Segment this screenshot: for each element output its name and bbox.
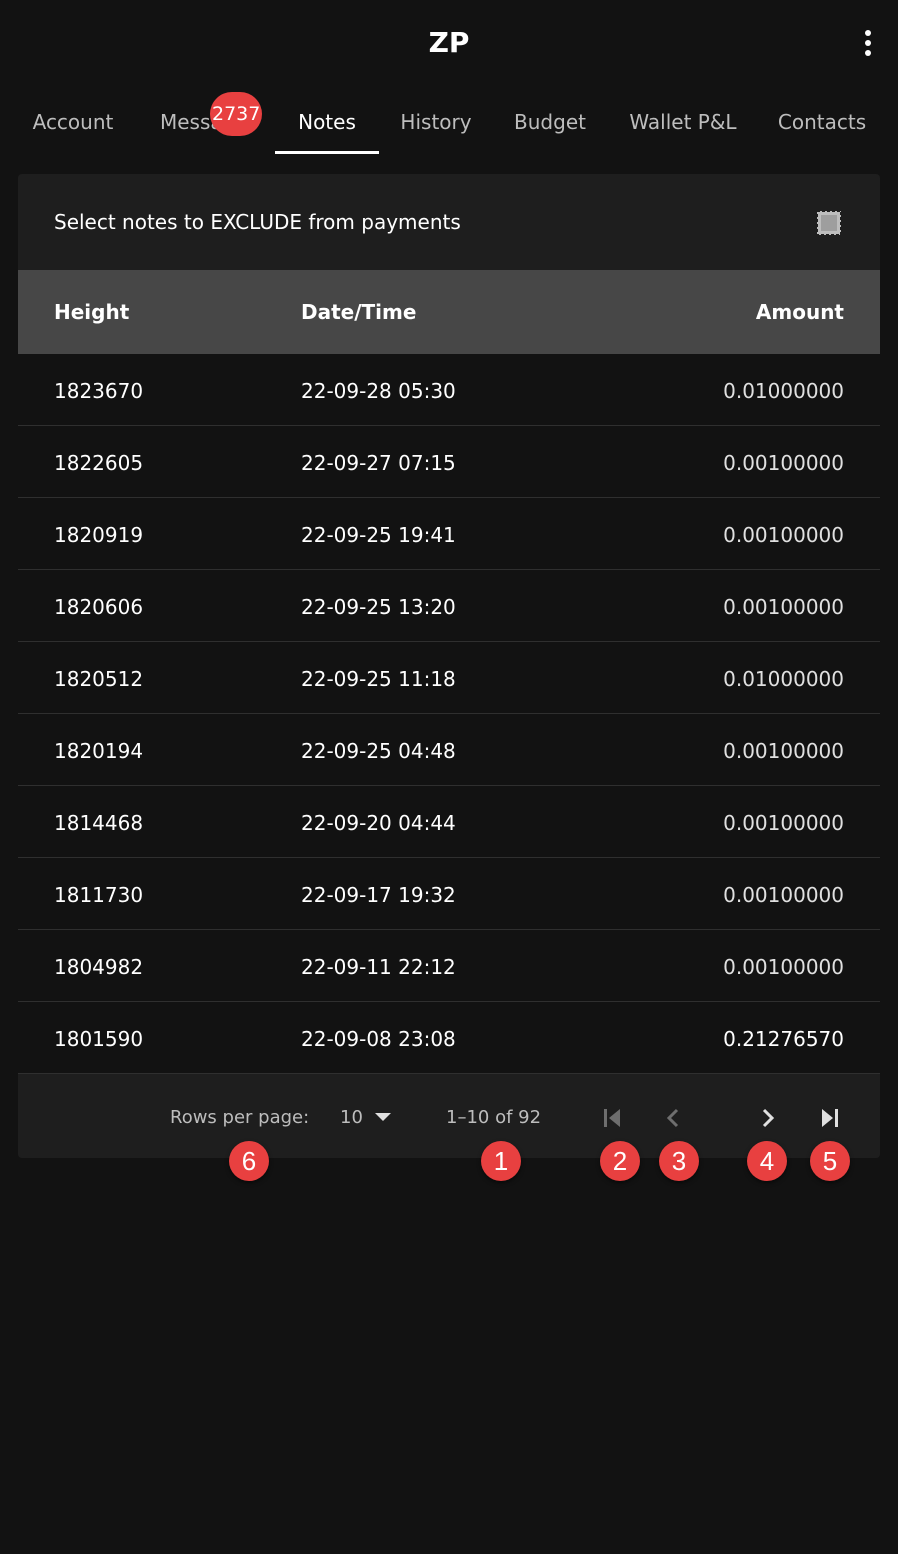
- annotation-marker-4: 4: [747, 1141, 787, 1181]
- card-header: Select notes to EXCLUDE from payments: [18, 174, 880, 270]
- table-header: Height Date/Time Amount: [18, 270, 880, 354]
- dropdown-arrow-icon: [374, 1113, 391, 1121]
- cell-height: 1811730: [54, 883, 144, 907]
- table-row[interactable]: 1804982 22-09-11 22:12 0.00100000: [18, 930, 880, 1002]
- cell-height: 1814468: [54, 811, 144, 835]
- column-header-height[interactable]: Height: [54, 300, 129, 324]
- cell-amount: 0.00100000: [723, 883, 844, 907]
- cell-datetime: 22-09-27 07:15: [301, 451, 456, 475]
- cell-height: 1820919: [54, 523, 144, 547]
- tab-label: Account: [32, 110, 114, 134]
- select-all-icon[interactable]: [814, 208, 844, 238]
- cell-datetime: 22-09-25 04:48: [301, 739, 456, 763]
- cell-datetime: 22-09-25 13:20: [301, 595, 456, 619]
- tab-contacts[interactable]: Contacts: [766, 88, 878, 156]
- tab-label: Wallet P&L: [629, 110, 737, 134]
- cell-amount: 0.00100000: [723, 739, 844, 763]
- table-row[interactable]: 1820512 22-09-25 11:18 0.01000000: [18, 642, 880, 714]
- column-header-datetime[interactable]: Date/Time: [301, 300, 416, 324]
- cell-datetime: 22-09-08 23:08: [301, 1027, 456, 1051]
- cell-datetime: 22-09-25 11:18: [301, 667, 456, 691]
- cell-datetime: 22-09-25 19:41: [301, 523, 456, 547]
- tab-label: Contacts: [777, 110, 867, 134]
- more-options-icon[interactable]: [852, 26, 884, 60]
- app-bar: ZP: [0, 0, 898, 88]
- tab-history[interactable]: History: [388, 88, 484, 156]
- table-row[interactable]: 1801590 22-09-08 23:08 0.21276570: [18, 1002, 880, 1074]
- cell-amount: 0.00100000: [723, 523, 844, 547]
- active-tab-indicator: [275, 151, 379, 154]
- annotation-marker-5: 5: [810, 1141, 850, 1181]
- tab-account[interactable]: Account: [14, 88, 132, 156]
- last-page-icon[interactable]: [814, 1102, 846, 1134]
- cell-height: 1820194: [54, 739, 144, 763]
- table-row[interactable]: 1820194 22-09-25 04:48 0.00100000: [18, 714, 880, 786]
- annotation-marker-2: 2: [600, 1141, 640, 1181]
- rows-per-page-select[interactable]: 10: [340, 1104, 391, 1130]
- card-title: Select notes to EXCLUDE from payments: [54, 210, 461, 234]
- table-row[interactable]: 1820919 22-09-25 19:41 0.00100000: [18, 498, 880, 570]
- rows-per-page-value: 10: [340, 1106, 363, 1128]
- cell-height: 1823670: [54, 379, 144, 403]
- annotation-marker-6: 6: [229, 1141, 269, 1181]
- cell-amount: 0.00100000: [723, 811, 844, 835]
- cell-amount: 0.21276570: [723, 1027, 844, 1051]
- table-body: 1823670 22-09-28 05:30 0.01000000 182260…: [18, 354, 880, 1074]
- cell-height: 1801590: [54, 1027, 144, 1051]
- table-pagination: Rows per page: 10 1–10 of 92: [18, 1074, 880, 1158]
- table-row[interactable]: 1814468 22-09-20 04:44 0.00100000: [18, 786, 880, 858]
- next-page-icon[interactable]: [752, 1102, 784, 1134]
- tab-label: Budget: [514, 110, 586, 134]
- tab-bar: Account Messages Notes History Budget Wa…: [0, 88, 898, 156]
- cell-height: 1822605: [54, 451, 144, 475]
- column-header-amount[interactable]: Amount: [756, 300, 844, 324]
- cell-amount: 0.00100000: [723, 451, 844, 475]
- cell-amount: 0.00100000: [723, 955, 844, 979]
- tab-label: History: [400, 110, 472, 134]
- cell-datetime: 22-09-17 19:32: [301, 883, 456, 907]
- cell-datetime: 22-09-28 05:30: [301, 379, 456, 403]
- annotation-marker-1: 1: [481, 1141, 521, 1181]
- cell-amount: 0.01000000: [723, 667, 844, 691]
- cell-amount: 0.00100000: [723, 595, 844, 619]
- cell-height: 1820512: [54, 667, 144, 691]
- annotation-marker-3: 3: [659, 1141, 699, 1181]
- page-range: 1–10 of 92: [446, 1107, 542, 1128]
- rows-per-page-label: Rows per page:: [170, 1107, 310, 1128]
- cell-height: 1820606: [54, 595, 144, 619]
- tab-budget[interactable]: Budget: [500, 88, 600, 156]
- tab-notes[interactable]: Notes: [275, 88, 379, 156]
- table-row[interactable]: 1822605 22-09-27 07:15 0.00100000: [18, 426, 880, 498]
- first-page-icon[interactable]: [596, 1102, 628, 1134]
- cell-height: 1804982: [54, 955, 144, 979]
- tab-label: Notes: [298, 110, 356, 134]
- previous-page-icon[interactable]: [658, 1102, 690, 1134]
- messages-count-badge: 2737: [210, 92, 263, 136]
- table-row[interactable]: 1811730 22-09-17 19:32 0.00100000: [18, 858, 880, 930]
- cell-datetime: 22-09-11 22:12: [301, 955, 456, 979]
- table-row[interactable]: 1820606 22-09-25 13:20 0.00100000: [18, 570, 880, 642]
- notes-card: Select notes to EXCLUDE from payments He…: [18, 174, 880, 1158]
- tab-wallet-pnl[interactable]: Wallet P&L: [618, 88, 748, 156]
- table-row[interactable]: 1823670 22-09-28 05:30 0.01000000: [18, 354, 880, 426]
- cell-datetime: 22-09-20 04:44: [301, 811, 456, 835]
- app-title: ZP: [428, 26, 470, 59]
- cell-amount: 0.01000000: [723, 379, 844, 403]
